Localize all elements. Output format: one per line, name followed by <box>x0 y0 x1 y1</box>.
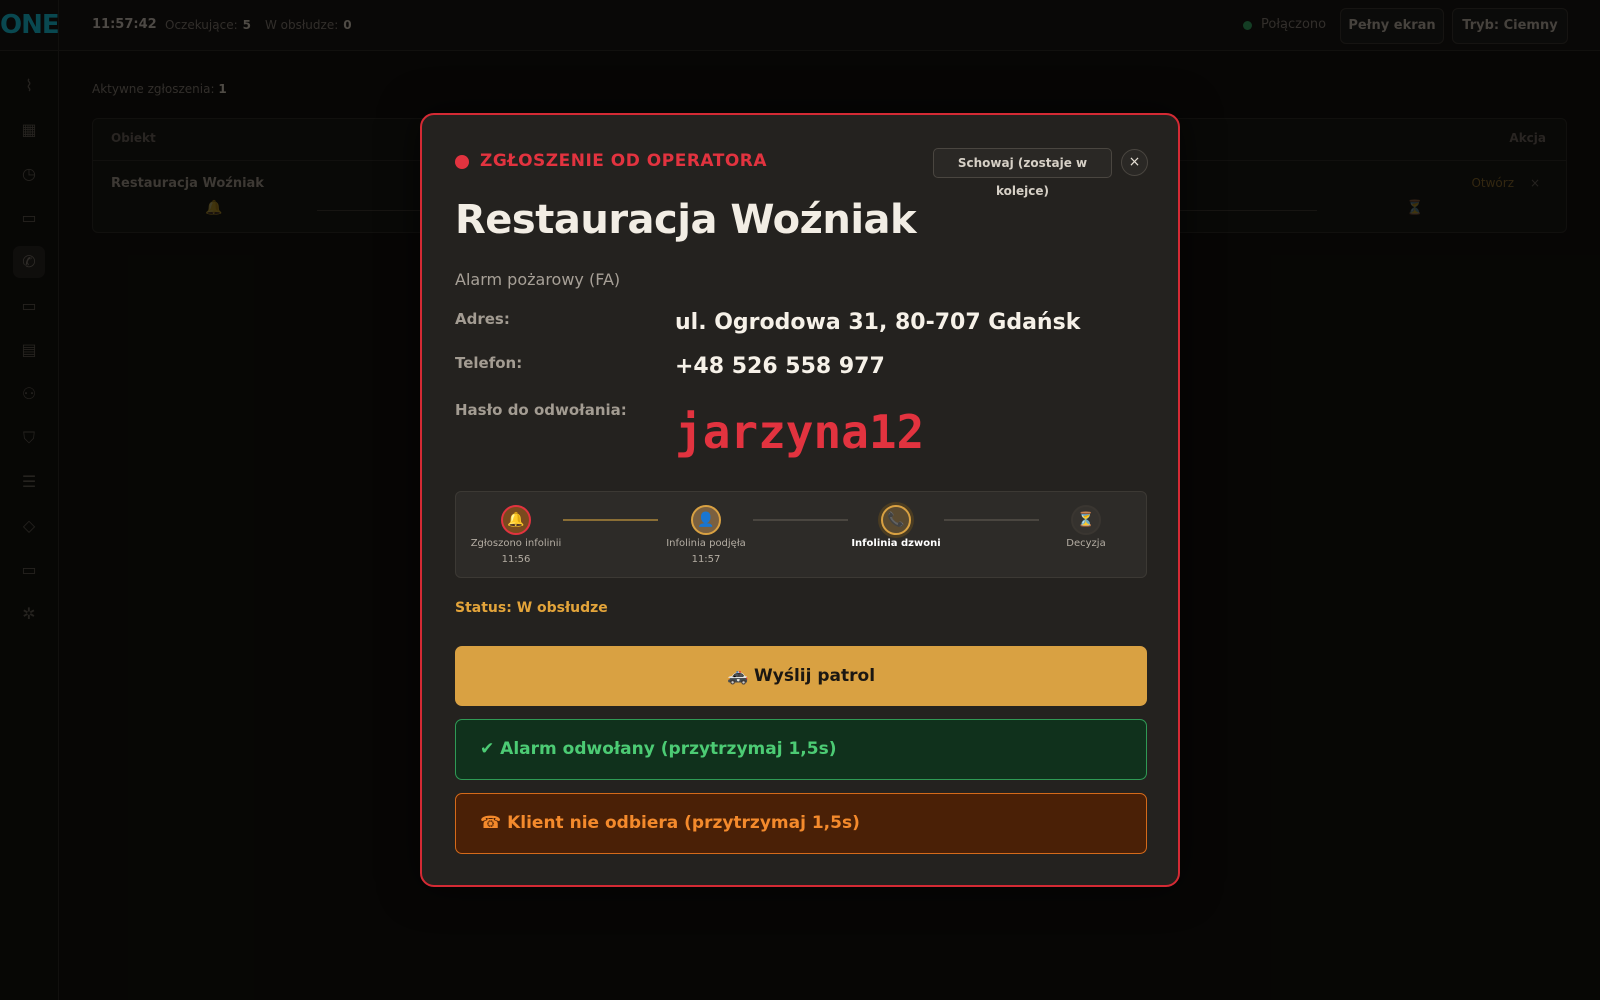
operator-alert-modal: ZGŁOSZENIE OD OPERATORA Schowaj (zostaje… <box>420 113 1180 887</box>
step-connector <box>944 519 1039 521</box>
step-time-picked-up: 11:57 <box>691 554 721 565</box>
object-name: Restauracja Woźniak <box>455 197 917 243</box>
phone-label: Telefon: <box>455 354 523 372</box>
status-text: Status: W obsłudze <box>455 600 608 616</box>
hourglass-icon: ⏳ <box>1071 505 1101 535</box>
person-icon: 👤 <box>691 505 721 535</box>
address-label: Adres: <box>455 310 510 328</box>
send-patrol-button[interactable]: 🚓 Wyślij patrol <box>455 646 1147 706</box>
password-label: Hasło do odwołania: <box>455 401 627 419</box>
alarm-cancelled-button[interactable]: ✔ Alarm odwołany (przytrzymaj 1,5s) <box>455 719 1147 780</box>
step-label-calling: Infolinia dzwoni <box>851 538 941 549</box>
close-modal-button[interactable]: × <box>1121 149 1148 176</box>
step-connector <box>563 519 658 521</box>
step-label-picked-up: Infolinia podjęła <box>666 538 746 549</box>
progress-steps: 🔔 Zgłoszono infolinii 11:56 👤 Infolinia … <box>455 491 1147 578</box>
alert-indicator-dot <box>455 155 469 169</box>
cancel-password: jarzyna12 <box>675 405 925 459</box>
phone-value: +48 526 558 977 <box>675 354 885 379</box>
step-time-reported: 11:56 <box>501 554 531 565</box>
step-connector <box>753 519 848 521</box>
address-value: ul. Ogrodowa 31, 80-707 Gdańsk <box>675 310 1081 335</box>
modal-title: ZGŁOSZENIE OD OPERATORA <box>480 151 768 171</box>
alarm-type: Alarm pożarowy (FA) <box>455 270 621 289</box>
step-label-decision: Decyzja <box>1066 538 1106 549</box>
client-no-answer-button[interactable]: ☎ Klient nie odbiera (przytrzymaj 1,5s) <box>455 793 1147 854</box>
bell-icon: 🔔 <box>501 505 531 535</box>
phone-icon: 📞 <box>881 505 911 535</box>
step-label-reported: Zgłoszono infolinii <box>470 538 562 549</box>
hide-to-queue-button[interactable]: Schowaj (zostaje w kolejce) <box>933 148 1112 198</box>
